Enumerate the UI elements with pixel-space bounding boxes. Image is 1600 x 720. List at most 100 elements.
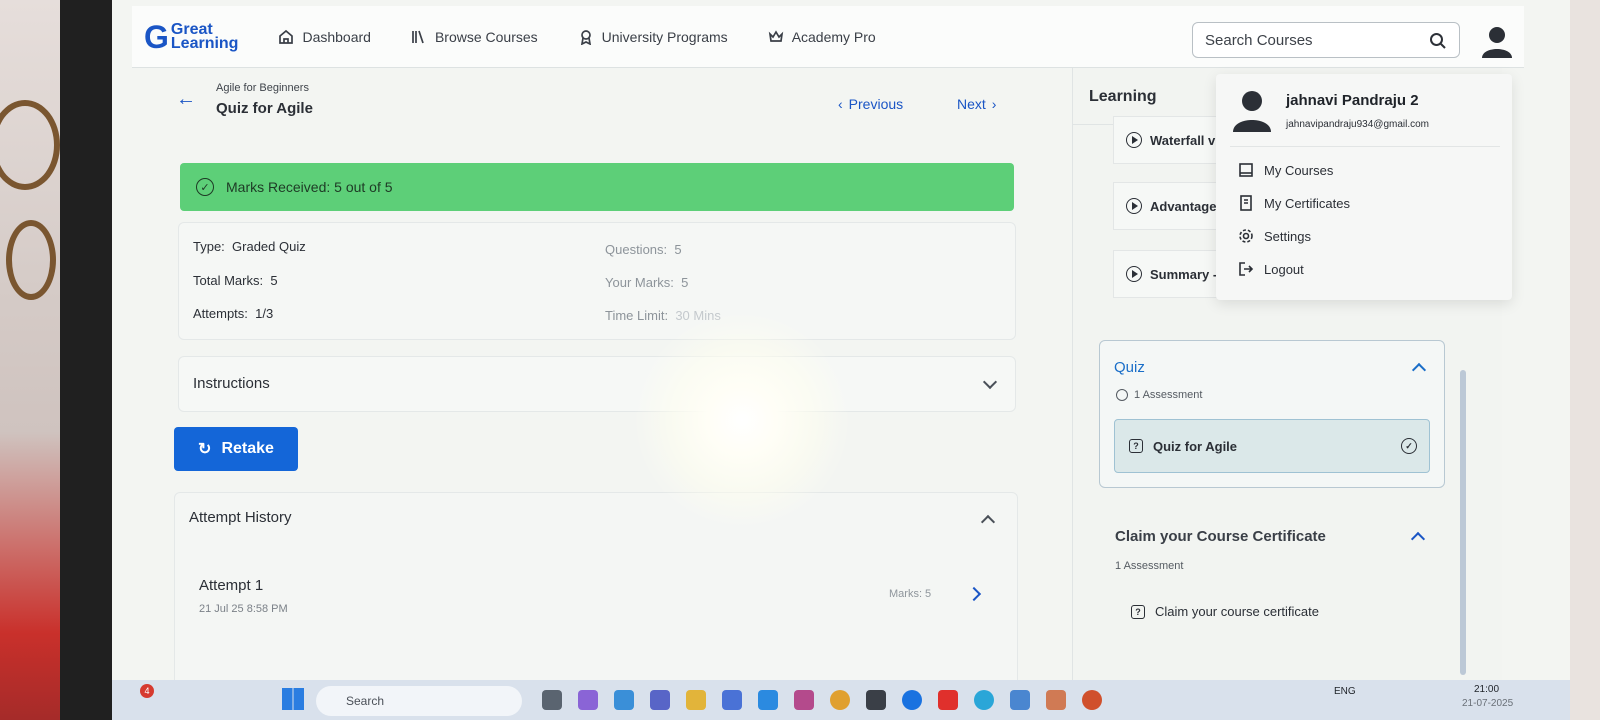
retake-button[interactable]: ↻ Retake — [174, 427, 298, 471]
user-avatar-button[interactable] — [1480, 24, 1514, 58]
nav-browse-courses-label: Browse Courses — [434, 28, 538, 45]
menu-logout[interactable]: Logout — [1238, 261, 1304, 277]
chevron-up-icon[interactable] — [980, 514, 996, 530]
type-value: Graded Quiz — [232, 239, 306, 254]
chrome-icon[interactable] — [830, 690, 850, 710]
teams-icon[interactable] — [650, 690, 670, 710]
assessment-count-text: 1 Assessment — [1134, 389, 1203, 401]
assessment-count: 1 Assessment — [1116, 389, 1202, 401]
play-icon — [1126, 266, 1142, 282]
page-title: Quiz for Agile — [216, 100, 313, 117]
chevron-up-icon[interactable] — [1410, 531, 1426, 547]
crown-icon — [768, 29, 783, 42]
app-icon[interactable] — [866, 690, 886, 710]
video-item[interactable]: Summary - — [1113, 250, 1233, 298]
refresh-icon: ↻ — [198, 441, 212, 458]
nav-academy-pro[interactable]: Academy Pro — [768, 29, 876, 45]
nav-university-programs[interactable]: University Programs — [578, 29, 728, 45]
app-icon[interactable] — [1010, 690, 1030, 710]
clock-date[interactable]: 21-07-2025 — [1462, 698, 1513, 709]
quiz-icon: ? — [1129, 439, 1143, 453]
type-label: Type: — [193, 239, 225, 254]
breadcrumb[interactable]: Agile for Beginners — [216, 82, 309, 94]
task-view-icon[interactable] — [542, 690, 562, 710]
clock-time[interactable]: 21:00 — [1474, 684, 1499, 695]
user-menu-dropdown: jahnavi Pandraju 2 jahnavipandraju934@gm… — [1216, 74, 1512, 300]
nav-dashboard-label: Dashboard — [302, 28, 371, 45]
your-marks-label: Your Marks: — [605, 275, 674, 290]
questions-value: 5 — [674, 242, 682, 257]
facebook-icon[interactable] — [902, 690, 922, 710]
attempts: Attempts: 1/3 — [193, 306, 273, 321]
chevron-left-icon: ‹ — [838, 96, 843, 112]
attempt-history-title: Attempt History — [189, 509, 292, 526]
your-marks: Your Marks: 5 — [605, 275, 688, 290]
menu-settings[interactable]: Settings — [1238, 228, 1311, 244]
next-label: Next — [957, 96, 986, 112]
menu-settings-label: Settings — [1264, 228, 1311, 244]
youtube-icon[interactable] — [938, 690, 958, 710]
user-name: jahnavi Pandraju 2 — [1286, 92, 1419, 109]
app-icon[interactable] — [794, 690, 814, 710]
edge-icon[interactable] — [974, 690, 994, 710]
search-input[interactable]: Search Courses — [1192, 22, 1460, 58]
previous-button[interactable]: ‹ Previous — [838, 96, 903, 112]
language-indicator[interactable]: ENG — [1334, 686, 1356, 697]
chevron-right-icon: › — [991, 96, 997, 112]
copilot-icon[interactable] — [578, 690, 598, 710]
questions-label: Questions: — [605, 242, 668, 257]
file-explorer-icon[interactable] — [686, 690, 706, 710]
nav-browse-courses[interactable]: Browse Courses — [411, 29, 538, 45]
time-limit-label: Time Limit: — [605, 308, 669, 323]
nav-university-programs-label: University Programs — [601, 28, 728, 45]
mail-icon[interactable] — [614, 690, 634, 710]
menu-my-courses[interactable]: My Courses — [1238, 162, 1333, 178]
app-icon[interactable] — [1046, 690, 1066, 710]
decorative-pattern — [6, 220, 56, 300]
attempt-name: Attempt 1 — [199, 577, 264, 594]
instructions-label: Instructions — [193, 375, 270, 392]
sidebar-scrollbar[interactable] — [1460, 370, 1466, 675]
menu-my-courses-label: My Courses — [1264, 162, 1334, 178]
play-icon — [1126, 198, 1142, 214]
check-circle-icon: ✓ — [1401, 438, 1417, 454]
user-email: jahnavipandraju934@gmail.com — [1286, 119, 1430, 130]
chevron-up-icon[interactable] — [1411, 362, 1427, 378]
certificate-section: Claim your Course Certificate 1 Assessme… — [1099, 508, 1445, 690]
divider — [1230, 146, 1500, 147]
total-marks: Total Marks: 5 — [193, 273, 278, 288]
logo-text: Great Learning — [171, 21, 239, 51]
check-circle-icon — [1116, 389, 1128, 401]
windows-start-icon[interactable] — [282, 688, 304, 710]
search-icon[interactable] — [1429, 32, 1447, 50]
next-button[interactable]: Next › — [957, 96, 996, 112]
taskbar-search[interactable]: Search — [316, 686, 522, 716]
great-learning-logo[interactable]: G Great Learning — [144, 21, 238, 53]
your-marks-value: 5 — [681, 275, 689, 290]
video-item[interactable]: Advantage — [1113, 182, 1233, 230]
back-arrow-icon[interactable]: ← — [176, 88, 196, 111]
book-icon — [1239, 163, 1253, 177]
video-title: Advantage — [1150, 198, 1217, 214]
chevron-down-icon — [982, 374, 998, 390]
quiz-icon: ? — [1131, 604, 1145, 619]
menu-my-certificates[interactable]: My Certificates — [1238, 195, 1350, 211]
video-item[interactable]: Waterfall v — [1113, 116, 1233, 164]
menu-logout-label: Logout — [1264, 261, 1304, 277]
certificate-section-title: Claim your Course Certificate — [1115, 528, 1326, 545]
check-circle-icon: ✓ — [196, 178, 214, 196]
dropbox-icon[interactable] — [758, 690, 778, 710]
quiz-item-active[interactable]: ? Quiz for Agile ✓ — [1114, 419, 1430, 473]
quiz-type: Type: Graded Quiz — [193, 239, 306, 254]
logout-icon — [1239, 262, 1254, 276]
chrome-icon[interactable] — [1082, 690, 1102, 710]
store-icon[interactable] — [722, 690, 742, 710]
chevron-right-icon[interactable] — [966, 586, 982, 602]
marks-received-banner: ✓ Marks Received: 5 out of 5 — [180, 163, 1014, 211]
instructions-accordion[interactable]: Instructions — [178, 356, 1016, 412]
windows-taskbar: 4 Search ENG 21:00 21-07-2025 — [112, 680, 1570, 720]
claim-certificate-item[interactable]: ? Claim your course certificate — [1131, 604, 1319, 619]
decorative-pattern — [0, 100, 60, 190]
learning-title: Learning — [1089, 88, 1157, 105]
nav-dashboard[interactable]: Dashboard — [278, 29, 371, 45]
